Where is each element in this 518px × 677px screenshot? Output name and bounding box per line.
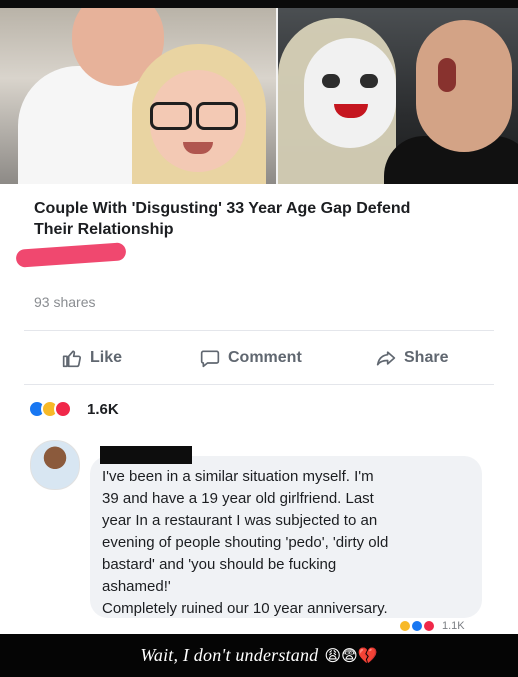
comment-love-icon [422, 619, 436, 633]
article-title-line-2: Their Relationship [34, 221, 174, 238]
comment-label: Comment [228, 349, 302, 366]
article-title-line-1: Couple With 'Disgusting' 33 Year Age Gap… [34, 200, 411, 217]
comment-line-4: evening of people shouting 'pedo', 'dirt… [102, 534, 389, 551]
shares-count[interactable]: 93 shares [34, 294, 95, 310]
comment-line-5: bastard' and 'you should be fucking [102, 556, 337, 573]
reaction-count: 1.6K [87, 400, 119, 418]
article-photo-couple [0, 8, 276, 184]
comment-button[interactable]: Comment [200, 346, 302, 370]
like-label: Like [90, 349, 123, 366]
comment-line-3: year In a restaurant I was subjected to … [102, 512, 378, 529]
comment-line-1: I've been in a similar situation myself.… [102, 468, 374, 485]
comment-line-2: 39 and have a 19 year old girlfriend. La… [102, 490, 374, 507]
comment-text: I've been in a similar situation myself.… [102, 466, 472, 620]
top-frame-bar [0, 0, 518, 8]
joker-face-shape [416, 20, 512, 152]
separator-top [24, 330, 494, 331]
comment-line-7: Completely ruined our 10 year anniversar… [102, 600, 388, 617]
comment-reaction-count: 1.1K [442, 620, 465, 632]
caption-bar: Wait, I don't understand 😩😨💔 [0, 634, 518, 677]
share-button[interactable]: Share [376, 346, 448, 370]
commenter-name-redaction [100, 446, 192, 464]
clown-eye-left [322, 74, 340, 88]
reactions-summary[interactable]: 1.6K [28, 398, 119, 420]
love-reaction-icon [54, 400, 72, 418]
share-arrow-icon [376, 351, 396, 366]
joker-eye-mark-shape [438, 58, 456, 92]
woman-glasses-left [150, 102, 192, 130]
like-button[interactable]: Like [62, 346, 122, 370]
caption-text: Wait, I don't understand [140, 645, 319, 665]
clown-face-shape [304, 38, 396, 148]
commenter-avatar[interactable] [30, 440, 80, 490]
comment-bubble-icon [200, 350, 220, 368]
thumbs-up-icon [62, 350, 82, 368]
separator-bottom [24, 384, 494, 385]
share-label: Share [404, 349, 449, 366]
woman-glasses-right [196, 102, 238, 130]
article-photo-costume [278, 8, 518, 184]
post-actions-bar: Like Comment Share [0, 340, 518, 376]
reaction-icons [28, 400, 72, 418]
comment-line-6: ashamed!' [102, 578, 171, 595]
caption-emoji: 😩😨💔 [324, 647, 378, 665]
article-title[interactable]: Couple With 'Disgusting' 33 Year Age Gap… [34, 198, 494, 240]
comment-reactions[interactable]: 1.1K [398, 618, 465, 634]
clown-eye-right [360, 74, 378, 88]
